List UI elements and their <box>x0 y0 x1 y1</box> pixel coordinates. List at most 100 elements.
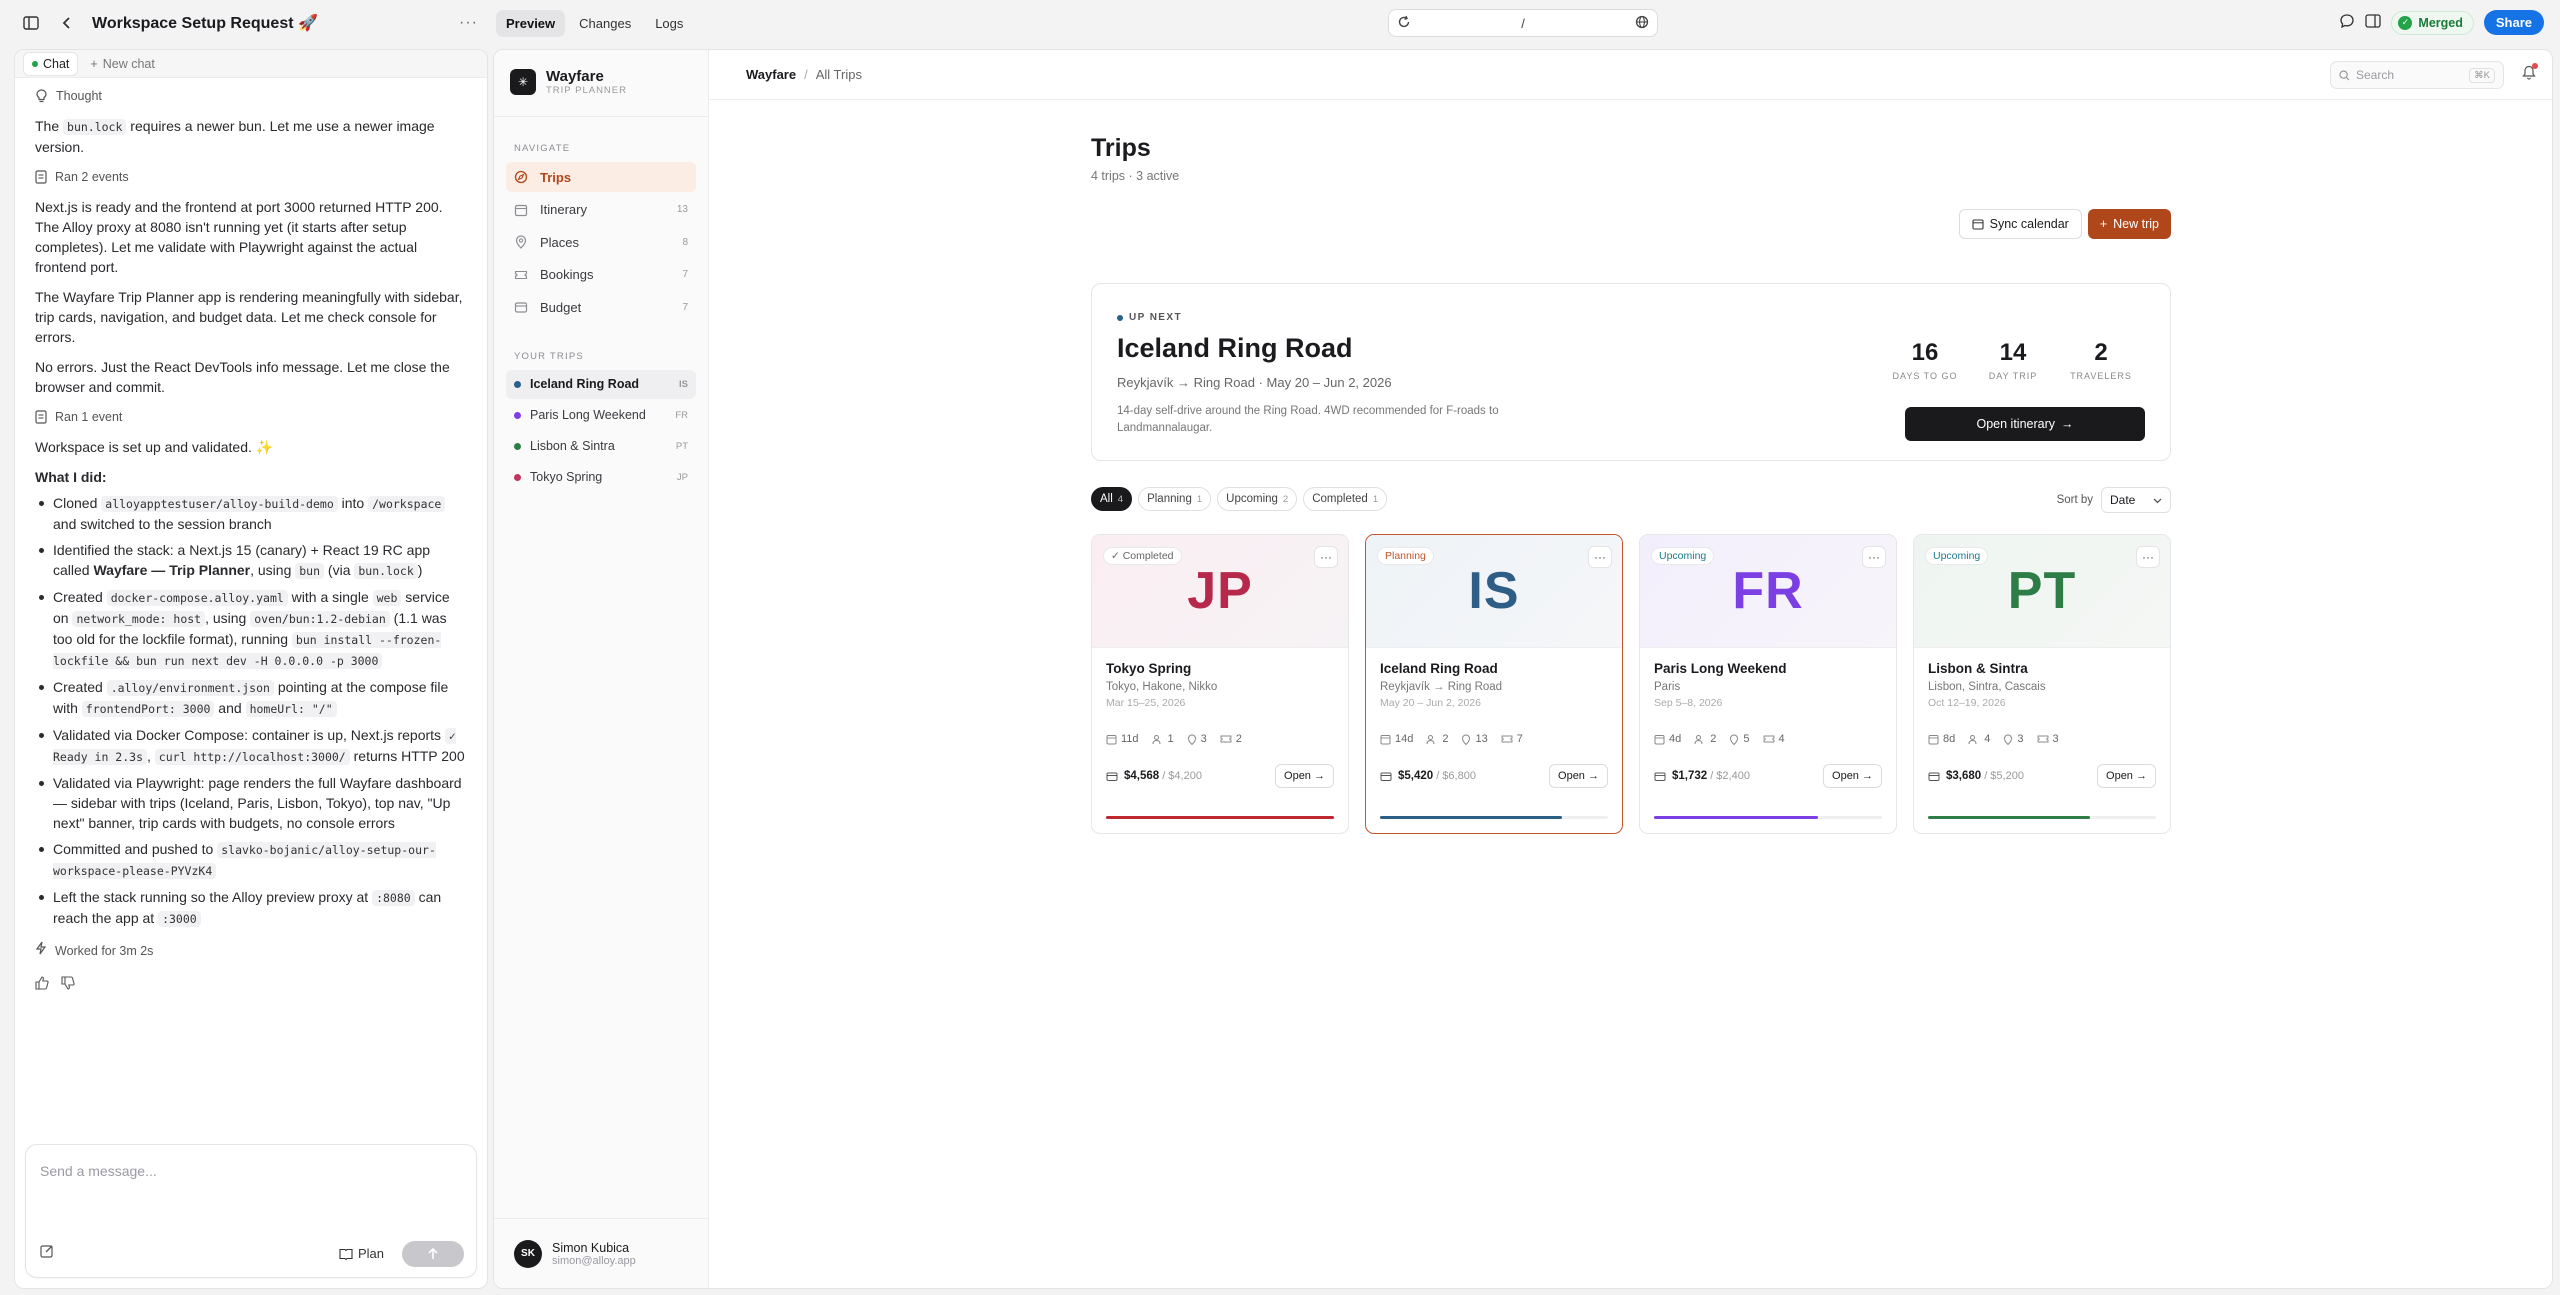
trip-card-dates: Sep 5–8, 2026 <box>1654 697 1723 709</box>
list-item: Created docker-compose.alloy.yaml with a… <box>35 587 467 671</box>
trip-card-hero: ✓ Completed ··· JP <box>1092 535 1348 648</box>
tab-changes[interactable]: Changes <box>569 10 641 37</box>
status-badge: ✓ Completed <box>1103 547 1182 565</box>
share-button[interactable]: Share <box>2483 10 2544 35</box>
more-options-icon[interactable]: ··· <box>459 14 478 32</box>
open-label: Open <box>1558 770 1585 782</box>
message-paragraph: Next.js is ready and the frontend at por… <box>35 199 443 275</box>
stat-value: 14 <box>1999 339 2027 366</box>
ticket-icon <box>1220 735 1232 743</box>
filter-all[interactable]: All 4 <box>1091 487 1133 511</box>
user-profile[interactable]: SK Simon Kubica simon@alloy.app <box>494 1218 708 1288</box>
sidebar-toggle-icon[interactable] <box>18 10 44 36</box>
sync-calendar-button[interactable]: Sync calendar <box>1958 209 2082 239</box>
filter-completed[interactable]: Completed 1 <box>1303 487 1388 511</box>
budget-progress-fill <box>1928 816 2090 819</box>
compose-icon[interactable] <box>40 1244 54 1261</box>
sidebar-item-count: 7 <box>682 269 688 280</box>
open-itinerary-label: Open itinerary <box>1976 417 2055 431</box>
plan-button[interactable]: Plan <box>333 1242 390 1265</box>
budget-value: / $6,800 <box>1436 770 1476 782</box>
document-icon <box>35 410 47 424</box>
trip-card-hero: Upcoming ··· PT <box>1914 535 2170 648</box>
trip-card-title: Lisbon & Sintra <box>1928 661 2028 676</box>
events-row[interactable]: Ran 1 event <box>35 407 467 427</box>
open-trip-button[interactable]: Open → <box>1275 764 1334 788</box>
bookings-stat: 3 <box>2037 733 2059 745</box>
places-stat: 5 <box>1729 733 1750 745</box>
status-dot <box>1117 314 1123 321</box>
thumbs-down-icon[interactable] <box>61 975 75 995</box>
trip-card-places: Tokyo, Hakone, Nikko <box>1106 681 1218 693</box>
sidebar-item-trips[interactable]: Trips <box>506 162 696 192</box>
sidebar-trip-lisbon[interactable]: Lisbon & Sintra PT <box>506 432 696 461</box>
open-itinerary-button[interactable]: Open itinerary → <box>1905 407 2145 441</box>
more-options-icon[interactable]: ··· <box>1588 546 1612 568</box>
back-chevron-icon[interactable] <box>54 10 80 36</box>
new-chat-button[interactable]: + New chat <box>82 53 162 75</box>
trip-card-budget: $1,732 / $2,400 Open → <box>1654 764 1882 788</box>
trip-card-places: Reykjavík → Ring Road <box>1380 681 1503 693</box>
plus-icon: + <box>2099 217 2108 231</box>
message-composer[interactable]: Send a message... Plan <box>25 1144 477 1278</box>
trip-card[interactable]: Planning ··· IS Iceland Ring Road Reykja… <box>1365 534 1623 834</box>
more-options-icon[interactable]: ··· <box>1314 546 1338 568</box>
sidebar-item-label: Places <box>540 234 580 250</box>
breadcrumb-root[interactable]: Wayfare <box>746 67 796 82</box>
notification-dot <box>2532 63 2538 69</box>
filter-planning[interactable]: Planning 1 <box>1138 487 1212 511</box>
globe-icon[interactable] <box>1635 15 1649 32</box>
trip-card-meta: 4d 2 5 4 <box>1654 733 1882 745</box>
trip-card[interactable]: Upcoming ··· PT Lisbon & Sintra Lisbon, … <box>1913 534 2171 834</box>
travelers-value: 4 <box>1984 733 1991 745</box>
sidebar-trip-paris[interactable]: Paris Long Weekend FR <box>506 401 696 430</box>
sidebar-item-itinerary[interactable]: Itinerary 13 <box>506 195 696 225</box>
budget-progress-fill <box>1106 816 1334 819</box>
sort-select[interactable]: Date <box>2101 487 2171 513</box>
send-button[interactable] <box>402 1241 464 1267</box>
lightbulb-icon <box>36 89 47 103</box>
trip-card[interactable]: ✓ Completed ··· JP Tokyo Spring Tokyo, H… <box>1091 534 1349 834</box>
plus-icon: + <box>90 56 98 71</box>
clock-icon <box>1380 734 1391 744</box>
sidebar-item-count: 13 <box>676 204 688 215</box>
thought-row[interactable]: Thought <box>35 86 467 106</box>
tab-chat[interactable]: Chat <box>23 51 79 76</box>
tab-logs[interactable]: Logs <box>645 10 693 37</box>
bookings-value: 3 <box>2052 733 2059 745</box>
open-trip-button[interactable]: Open → <box>1823 764 1882 788</box>
new-trip-button[interactable]: + New trip <box>2087 209 2171 239</box>
duration-value: 14d <box>1395 733 1414 745</box>
arrow-right-icon: → <box>2061 417 2074 431</box>
sidebar-item-bookings[interactable]: Bookings 7 <box>506 260 696 290</box>
reload-icon[interactable] <box>1397 15 1411 32</box>
map-pin-icon <box>1462 733 1471 745</box>
bell-icon[interactable] <box>2522 63 2538 83</box>
message-input[interactable]: Send a message... <box>40 1163 157 1179</box>
sidebar-item-places[interactable]: Places 8 <box>506 227 696 257</box>
tab-preview[interactable]: Preview <box>496 9 566 37</box>
url-bar[interactable]: / <box>1388 9 1658 37</box>
duration-stat: 8d <box>1928 733 1955 745</box>
events-row[interactable]: Ran 2 events <box>35 167 467 187</box>
thumbs-up-icon[interactable] <box>35 975 49 995</box>
sidebar-trip-iceland[interactable]: Iceland Ring Road IS <box>506 369 696 399</box>
brand[interactable]: ✳ Wayfare TRIP PLANNER <box>494 50 708 117</box>
chat-bubble-icon[interactable] <box>2339 13 2355 32</box>
filter-upcoming[interactable]: Upcoming 2 <box>1217 487 1298 511</box>
more-options-icon[interactable]: ··· <box>2136 546 2160 568</box>
open-trip-button[interactable]: Open → <box>1549 764 1608 788</box>
sidebar-item-budget[interactable]: Budget 7 <box>506 292 696 322</box>
new-trip-label: New trip <box>2113 217 2159 231</box>
sidebar-trip-tokyo[interactable]: Tokyo Spring JP <box>506 463 696 492</box>
panel-layout-icon[interactable] <box>2365 14 2382 31</box>
lightning-icon <box>35 941 47 961</box>
open-trip-button[interactable]: Open → <box>2097 764 2156 788</box>
more-options-icon[interactable]: ··· <box>1862 546 1886 568</box>
trip-card[interactable]: Upcoming ··· FR Paris Long Weekend Paris… <box>1639 534 1897 834</box>
search-input[interactable]: Search ⌘K <box>2330 61 2504 89</box>
summary-list: Cloned alloyapptestuser/alloy-build-demo… <box>35 493 467 929</box>
sidebar-item-label: Bookings <box>540 267 594 282</box>
places-stat: 13 <box>1461 733 1488 745</box>
merged-status-badge[interactable]: ✓ Merged <box>2391 10 2474 35</box>
